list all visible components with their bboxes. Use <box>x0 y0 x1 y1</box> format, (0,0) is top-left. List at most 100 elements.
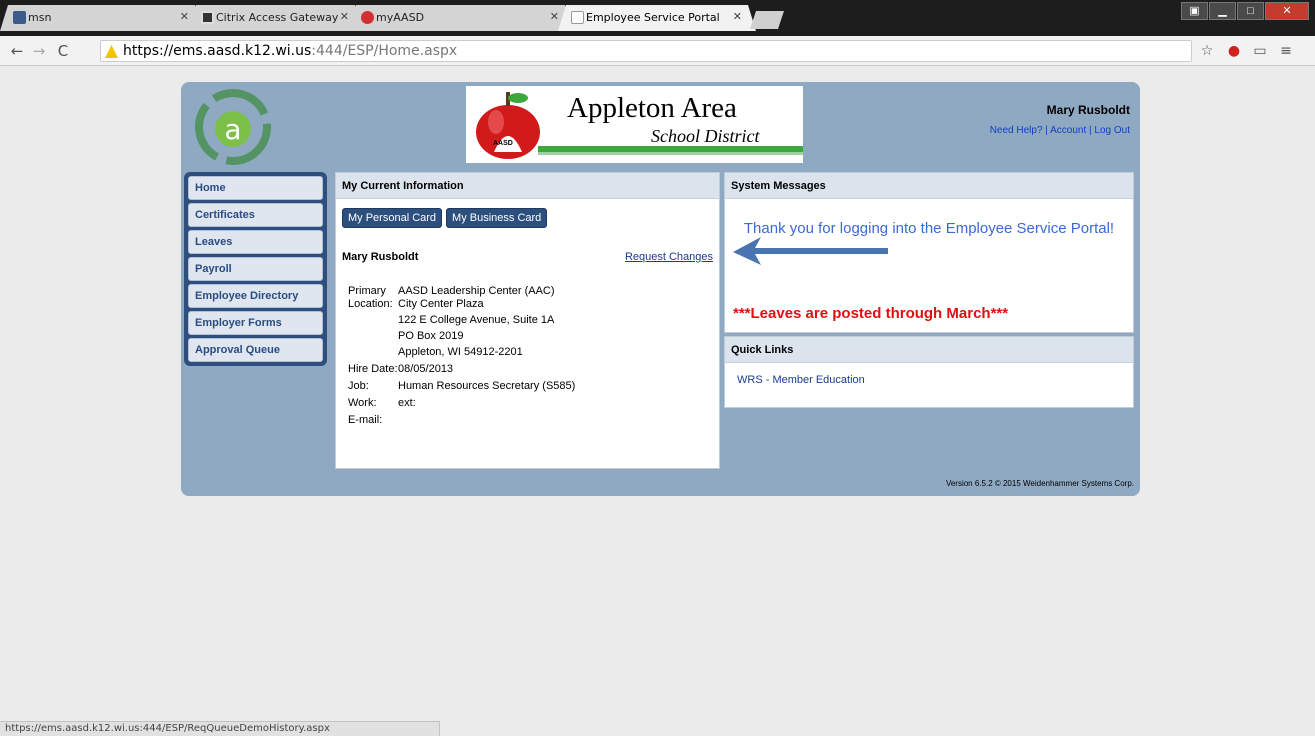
tab-msn[interactable]: msn ✕ <box>0 5 203 31</box>
info-label: Work: <box>348 397 377 409</box>
info-row: Appleton, WI 54912-2201 <box>348 346 575 359</box>
address-bar[interactable]: https://ems.aasd.k12.wi.us:444/ESP/Home.… <box>100 40 1192 62</box>
nav-item-home[interactable]: Home <box>188 176 323 200</box>
info-label: Job: <box>348 380 369 392</box>
info-value: 122 E College Avenue, Suite 1A <box>398 314 555 326</box>
left-nav: Home Certificates Leaves Payroll Employe… <box>184 172 327 366</box>
minimize-icon[interactable]: ▁ <box>1209 2 1236 20</box>
arrow-left-icon <box>733 237 888 265</box>
maximize-icon[interactable]: □ <box>1237 2 1264 20</box>
menu-icon[interactable]: ≡ <box>1278 43 1294 59</box>
url-host: https://ems.aasd.k12.wi.us <box>123 43 312 59</box>
tab-employee-service-portal[interactable]: Employee Service Portal ✕ <box>558 5 756 31</box>
tab-citrix[interactable]: Citrix Access Gateway ✕ <box>188 5 363 31</box>
version-text: Version 6.5.2 © 2015 Weidenhammer System… <box>945 479 1134 488</box>
info-row: Primary AASD Leadership Center (AAC) <box>348 285 575 298</box>
nav-item-employer-forms[interactable]: Employer Forms <box>188 311 323 335</box>
myaasd-icon <box>361 11 374 24</box>
browser-titlebar: msn ✕ Citrix Access Gateway ✕ myAASD ✕ E… <box>0 0 1315 36</box>
info-label: Primary <box>348 285 386 297</box>
business-card-button[interactable]: My Business Card <box>446 208 548 228</box>
info-label: E-mail: <box>348 414 383 426</box>
nav-item-payroll[interactable]: Payroll <box>188 257 323 281</box>
restore-icon[interactable]: ▣ <box>1181 2 1208 20</box>
card-buttons: My Personal Card My Business Card <box>342 208 551 228</box>
tab-strip: msn ✕ Citrix Access Gateway ✕ myAASD ✕ E… <box>0 5 1315 31</box>
panel-title: My Current Information <box>336 173 719 199</box>
quick-link-wrs[interactable]: WRS - Member Education <box>737 374 865 386</box>
panel-title: Quick Links <box>725 337 1133 363</box>
tab-label: Citrix Access Gateway <box>216 11 339 24</box>
portal-frame: a AASD Appleton Area School District Mar… <box>181 82 1140 496</box>
info-label <box>348 330 398 343</box>
svg-text:a: a <box>224 113 241 146</box>
info-value: Appleton, WI 54912-2201 <box>398 346 523 358</box>
log-out-link[interactable]: Log Out <box>1094 125 1130 136</box>
user-name: Mary Rusboldt <box>1046 103 1130 117</box>
info-row: PO Box 2019 <box>348 330 575 343</box>
bookmark-star-icon[interactable]: ☆ <box>1199 43 1215 59</box>
info-value: AASD Leadership Center (AAC) <box>398 285 555 297</box>
new-tab-button[interactable] <box>750 11 784 29</box>
tab-label: myAASD <box>376 11 425 24</box>
reload-icon[interactable]: C <box>54 42 72 60</box>
info-label: Location: <box>348 298 393 310</box>
forward-icon[interactable]: → <box>30 42 48 60</box>
nav-item-leaves[interactable]: Leaves <box>188 230 323 254</box>
account-link[interactable]: Account <box>1050 125 1086 136</box>
info-label: Hire Date: <box>348 363 398 375</box>
employee-service-portal-logo: a <box>195 89 271 165</box>
apple-logo <box>476 92 540 159</box>
nav-item-approval-queue[interactable]: Approval Queue <box>188 338 323 362</box>
page-viewport: a AASD Appleton Area School District Mar… <box>0 67 1315 736</box>
warning-lock-icon <box>105 45 118 58</box>
citrix-icon <box>201 11 214 24</box>
leaves-notice-text: ***Leaves are posted through March*** <box>733 305 1009 322</box>
info-table: Primary AASD Leadership Center (AAC) Loca… <box>348 285 575 431</box>
opera-extension-icon[interactable]: ● <box>1226 43 1242 59</box>
welcome-message: Thank you for logging into the Employee … <box>743 220 1115 237</box>
employee-name: Mary Rusboldt <box>342 251 419 263</box>
system-messages-panel: System Messages Thank you for logging in… <box>724 172 1134 333</box>
info-value: ext: <box>398 397 416 409</box>
leaves-notice: ***Leaves are posted through March*** <box>733 305 1008 322</box>
close-icon[interactable]: ✕ <box>550 10 559 23</box>
tab-label: Employee Service Portal <box>586 11 720 24</box>
close-window-icon[interactable]: ✕ <box>1265 2 1309 20</box>
user-links: Need Help? | Account | Log Out <box>989 125 1130 136</box>
info-value: 08/05/2013 <box>398 363 454 375</box>
info-row: E-mail: <box>348 414 575 427</box>
portal-footer: Version 6.5.2 © 2015 Weidenhammer System… <box>181 471 1140 496</box>
info-row: Location: City Center Plaza <box>348 298 575 311</box>
info-row: Hire Date: 08/05/2013 <box>348 363 575 376</box>
info-label <box>348 314 398 327</box>
info-value: City Center Plaza <box>398 298 484 310</box>
personal-card-button[interactable]: My Personal Card <box>342 208 443 228</box>
cast-icon[interactable]: ▭ <box>1252 43 1268 59</box>
browser-toolbar: ← → C https://ems.aasd.k12.wi.us:444/ESP… <box>0 36 1315 66</box>
back-icon[interactable]: ← <box>8 42 26 60</box>
quick-links-panel: Quick Links WRS - Member Education <box>724 336 1134 408</box>
close-icon[interactable]: ✕ <box>340 10 349 23</box>
info-value: Human Resources Secretary (S585) <box>398 380 576 392</box>
portal-header: a AASD Appleton Area School District Mar… <box>181 82 1140 172</box>
request-changes-link[interactable]: Request Changes <box>625 251 713 263</box>
panel-title: System Messages <box>725 173 1133 199</box>
close-icon[interactable]: ✕ <box>733 10 742 23</box>
window-controls: ▣ ▁ □ ✕ <box>1180 2 1309 22</box>
info-value: PO Box 2019 <box>398 330 464 342</box>
banner-stripe-light <box>538 152 803 155</box>
close-icon[interactable]: ✕ <box>180 10 189 23</box>
nav-item-certificates[interactable]: Certificates <box>188 203 323 227</box>
msn-icon <box>13 11 26 24</box>
page-icon <box>571 11 584 24</box>
url-path: :444/ESP/Home.aspx <box>311 43 458 59</box>
current-information-panel: My Current Information My Personal Card … <box>335 172 720 469</box>
tab-myaasd[interactable]: myAASD ✕ <box>348 5 573 31</box>
district-title: Appleton Area <box>567 92 737 124</box>
info-label <box>348 346 398 359</box>
need-help-link[interactable]: Need Help? <box>990 125 1043 136</box>
tab-label: msn <box>28 11 52 24</box>
info-row: 122 E College Avenue, Suite 1A <box>348 314 575 327</box>
nav-item-employee-directory[interactable]: Employee Directory <box>188 284 323 308</box>
